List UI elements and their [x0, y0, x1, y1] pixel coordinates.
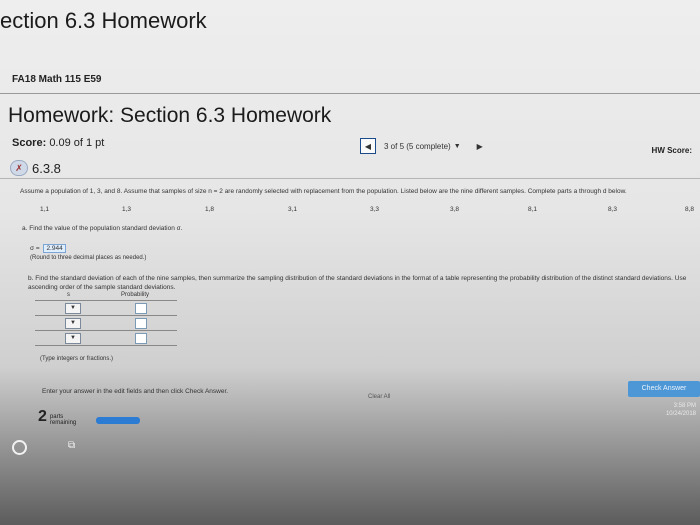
sigma-answer-line: σ = 2.944 [30, 244, 66, 253]
probability-input[interactable] [135, 333, 147, 344]
hw-score-label: HW Score: [651, 146, 692, 155]
part-b-line-1: b. Find the standard deviation of each o… [28, 275, 687, 282]
previous-question-button[interactable]: ◀ [360, 138, 376, 154]
progress-bar [96, 417, 140, 424]
check-answer-button[interactable]: Check Answer [628, 381, 700, 397]
triangle-down-icon: ▼ [70, 305, 76, 311]
table-note: (Type integers or fractions.) [40, 356, 114, 362]
probability-input[interactable] [135, 303, 147, 314]
s-value-select[interactable]: ▼ [65, 333, 81, 344]
question-navigator: ◀ 3 of 5 (5 complete) ▼ ▶ [360, 138, 483, 154]
sample-value: 8,1 [528, 206, 538, 213]
parts-count: 2 [38, 408, 47, 425]
table-row: ▼ [35, 315, 177, 330]
triangle-left-icon: ◀ [364, 141, 372, 151]
table-row: ▼ [35, 300, 177, 315]
sigma-label: σ = [30, 245, 40, 252]
s-value-select[interactable]: ▼ [65, 318, 81, 329]
sample-list: 1,1 1,3 1,8 3,1 3,3 3,8 8,1 8,3 8,8 [40, 206, 700, 218]
column-header-s: s [67, 292, 70, 298]
sample-value: 1,8 [205, 206, 215, 213]
browser-tab-title[interactable]: ection 6.3 Homework [0, 8, 207, 34]
question-number: 6.3.8 [32, 160, 61, 176]
probability-input[interactable] [135, 318, 147, 329]
clear-all-button[interactable]: Clear All [368, 394, 390, 400]
part-b-question: b. Find the standard deviation of each o… [28, 274, 700, 292]
header-divider [0, 93, 700, 94]
partial-credit-icon: ✗ [10, 160, 28, 176]
rounding-note: (Round to three decimal places as needed… [30, 255, 147, 261]
clock-time: 3:58 PM [673, 403, 696, 409]
sample-value: 1,3 [122, 206, 132, 213]
question-status: 3 of 5 (5 complete) [384, 141, 451, 151]
score-value: 0.09 of 1 pt [49, 137, 105, 149]
cortana-circle-icon[interactable] [12, 440, 27, 455]
homework-title: Homework: Section 6.3 Homework [8, 104, 332, 127]
clock-date: 10/24/2018 [665, 411, 696, 417]
task-view-icon[interactable]: ⧉ [68, 440, 75, 451]
sample-value: 3,8 [450, 206, 460, 213]
parts-label: parts remaining [50, 414, 76, 426]
hw-score: HW Score: [652, 146, 692, 155]
sample-value: 3,3 [370, 206, 380, 213]
score-label: Score: [12, 137, 47, 149]
parts-label-2: remaining [49, 420, 77, 426]
s-value-select[interactable]: ▼ [65, 303, 81, 314]
sample-value: 3,1 [288, 206, 298, 213]
part-b-line-2: ascending order of the sample standard d… [28, 284, 176, 291]
course-name: FA18 Math 115 E59 [12, 74, 102, 85]
sample-value: 1,1 [40, 206, 50, 213]
part-a-question: a. Find the value of the population stan… [22, 225, 183, 232]
triangle-down-icon: ▼ [70, 320, 76, 326]
system-clock[interactable]: 3:58 PM 10/24/2018 [666, 402, 696, 418]
answer-hint: Enter your answer in the edit fields and… [42, 388, 229, 395]
table-row: ▼ [35, 330, 177, 346]
triangle-right-icon: ▶ [476, 141, 483, 151]
sample-value: 8,8 [685, 206, 695, 213]
triangle-down-icon[interactable]: ▼ [454, 143, 461, 150]
sampling-distribution-table: s Probability ▼ ▼ ▼ [35, 292, 177, 346]
parts-remaining: 2 parts remaining [38, 408, 76, 426]
table-header: s Probability [35, 292, 177, 300]
question-id: ✗ 6.3.8 [10, 160, 61, 176]
question-divider [0, 178, 700, 179]
score-display: Score: 0.09 of 1 pt [12, 137, 104, 149]
column-header-probability: Probability [121, 292, 150, 298]
problem-prompt: Assume a population of 1, 3, and 8. Assu… [20, 188, 627, 195]
next-question-button[interactable]: ▶ [477, 142, 483, 151]
triangle-down-icon: ▼ [70, 335, 76, 341]
sample-value: 8,3 [608, 206, 618, 213]
sigma-answer-field[interactable]: 2.944 [43, 244, 66, 253]
